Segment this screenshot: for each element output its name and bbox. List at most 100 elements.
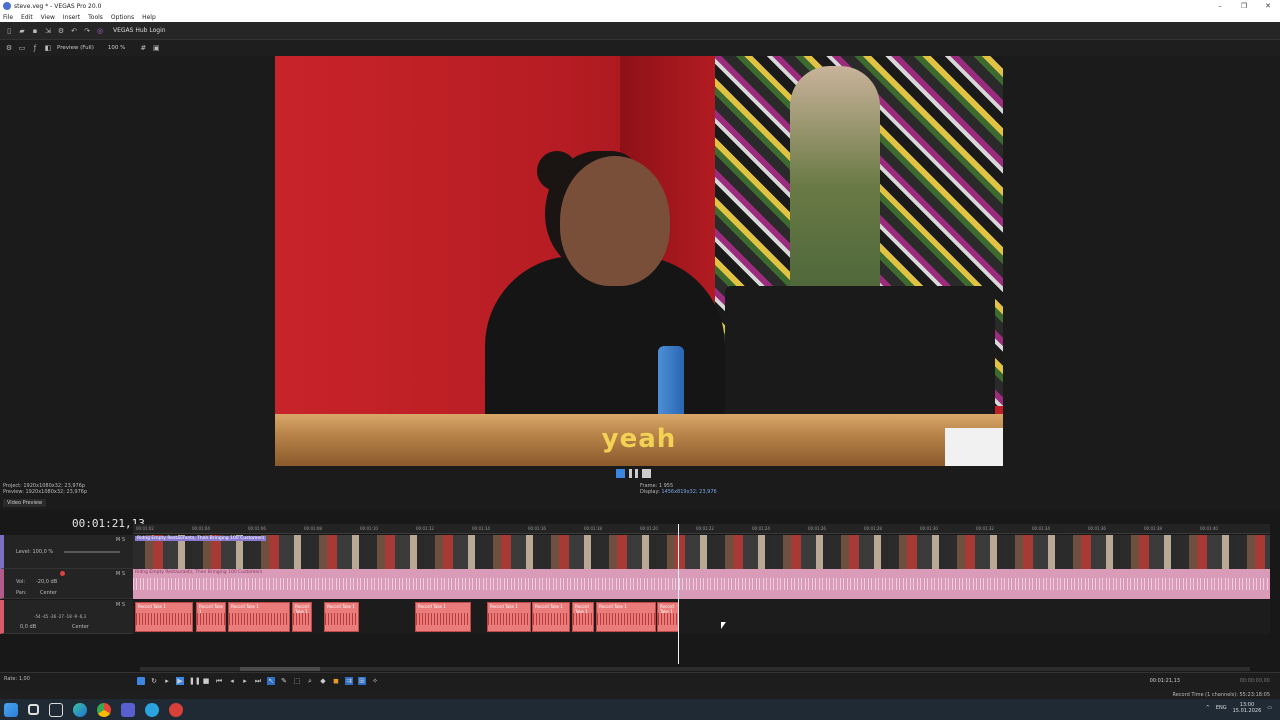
settings-gear-icon[interactable]: ⚙	[57, 27, 65, 35]
audio-clip[interactable]: Record Take 1	[228, 602, 290, 632]
next-frame-icon[interactable]: ▸	[241, 677, 249, 685]
play-from-start-icon[interactable]: ▸	[163, 677, 171, 685]
save-icon[interactable]: ▪	[31, 27, 39, 35]
pause-button[interactable]: ❚❚	[189, 677, 201, 685]
snapshot-icon[interactable]: ▣	[152, 44, 160, 52]
external-monitor-icon[interactable]: ▭	[18, 44, 26, 52]
fx-icon[interactable]: ƒ	[31, 44, 39, 52]
preview-play-button[interactable]	[616, 469, 625, 478]
language-indicator[interactable]: ENG	[1216, 705, 1227, 711]
grid-icon[interactable]: #	[139, 44, 147, 52]
lock-envelopes-icon[interactable]: ✧	[371, 677, 379, 685]
main-toolbar: ▯ ▰ ▪ ⇲ ⚙ ↶ ↷ ◎ VEGAS Hub Login	[0, 22, 1280, 40]
audio-clip[interactable]: Record Take 1	[135, 602, 193, 632]
chevron-up-icon[interactable]: ^	[1206, 705, 1210, 711]
mouse-pointer-icon	[721, 622, 726, 629]
record-button[interactable]	[137, 677, 145, 685]
person	[560, 156, 670, 286]
time-ruler[interactable]: 00:01:02 00:01:04 00:01:06 00:01:08 00:0…	[133, 524, 1270, 534]
audio-clip[interactable]: Record Take 1	[657, 602, 679, 632]
audio-clip[interactable]: Record Take 1	[572, 602, 594, 632]
window-title: steve.veg * - VEGAS Pro 20.0	[14, 2, 102, 10]
render-icon[interactable]: ⇲	[44, 27, 52, 35]
cursor-position-time: 00:01:21,13	[1149, 678, 1180, 684]
screen-recorder-icon[interactable]	[169, 702, 183, 717]
search-icon[interactable]	[28, 704, 39, 715]
preview-quality-dropdown[interactable]: Preview (Full)	[57, 45, 94, 51]
video-subtitle: yeah	[601, 424, 677, 454]
marker-icon[interactable]: ◆	[319, 677, 327, 685]
envelope-tool-icon[interactable]: ✎	[280, 677, 288, 685]
audio-clip[interactable]: Record Take 1	[292, 602, 312, 632]
menu-edit[interactable]: Edit	[21, 14, 33, 21]
loop-icon[interactable]: ↻	[150, 677, 158, 685]
open-icon[interactable]: ▰	[18, 27, 26, 35]
play-button[interactable]: ▶	[176, 677, 184, 685]
auto-ripple-icon[interactable]: ⇉	[345, 677, 353, 685]
audio-clip[interactable]: Record Take 1	[596, 602, 656, 632]
preview-zoom-dropdown[interactable]: 100 %	[108, 45, 125, 51]
frame-info: Frame: 1 955 Display: 1456x819x32; 23,97…	[640, 483, 717, 495]
arm-record-button[interactable]	[60, 571, 65, 576]
zoom-tool-icon[interactable]: ⌕	[306, 677, 314, 685]
menu-view[interactable]: View	[41, 14, 55, 21]
normal-edit-tool-icon[interactable]: ↖	[267, 677, 275, 685]
video-track-lane[interactable]	[133, 535, 1270, 569]
notification-icon[interactable]: ▭	[1267, 705, 1272, 711]
video-preview-panel: yeah Project: 1920x1080x32; 23,976p Prev…	[0, 56, 1280, 510]
region-icon[interactable]: ◼	[332, 677, 340, 685]
level-slider[interactable]	[64, 551, 120, 553]
preview-stop-button[interactable]	[642, 469, 651, 478]
close-button[interactable]: ✕	[1256, 0, 1280, 12]
audio-clip[interactable]: Record Take 1	[415, 602, 471, 632]
redo-icon[interactable]: ↷	[83, 27, 91, 35]
tab-video-preview[interactable]: Video Preview	[3, 499, 47, 507]
audio-clip[interactable]: Record Take 1	[532, 602, 570, 632]
video-frame: yeah	[275, 56, 1003, 466]
vegas-app-icon	[3, 2, 11, 10]
snapping-icon[interactable]: ⊞	[358, 677, 366, 685]
clock[interactable]: 13:00 15.01.2026	[1233, 702, 1262, 714]
audio-clip[interactable]: Record Take 1	[324, 602, 359, 632]
menu-file[interactable]: File	[3, 14, 13, 21]
menu-insert[interactable]: Insert	[63, 14, 80, 21]
audio-track-1-header[interactable]: M S Vol: -20,0 dB Pan: Center	[0, 569, 133, 599]
undo-icon[interactable]: ↶	[70, 27, 78, 35]
menu-options[interactable]: Options	[111, 14, 134, 21]
hub-login-button[interactable]: VEGAS Hub Login	[113, 27, 166, 34]
minimize-button[interactable]: –	[1208, 0, 1232, 12]
preview-pause-button[interactable]	[629, 469, 638, 478]
preview-settings-gear-icon[interactable]: ⚙	[5, 44, 13, 52]
audio-track-2-header[interactable]: M S -54 -45 -36 -27 -18 -9 -6,3 0,0 dB C…	[0, 600, 133, 634]
go-to-start-icon[interactable]: ⏮	[215, 677, 223, 685]
stop-button[interactable]: ■	[202, 677, 210, 685]
telegram-icon[interactable]	[145, 702, 159, 717]
menu-tools[interactable]: Tools	[88, 14, 103, 21]
video-track-header[interactable]: M S Level: 100,0 %	[0, 535, 133, 569]
task-view-icon[interactable]	[49, 702, 63, 717]
scrollbar-thumb[interactable]	[240, 667, 320, 671]
edge-browser-icon[interactable]	[73, 702, 87, 717]
menu-help[interactable]: Help	[142, 14, 156, 21]
start-menu-icon[interactable]	[4, 702, 18, 717]
audio-clip[interactable]: Record Take 1	[487, 602, 531, 632]
audio-clip[interactable]: Record Take 1	[196, 602, 226, 632]
go-to-end-icon[interactable]: ⏭	[254, 677, 262, 685]
previous-frame-icon[interactable]: ◂	[228, 677, 236, 685]
playback-rate: Rate: 1,00	[4, 676, 30, 682]
playhead-cursor[interactable]	[678, 524, 679, 664]
video-clip-label: Ridng Empty Restaurants, Then Bringing 1…	[135, 536, 267, 541]
hub-icon[interactable]: ◎	[96, 27, 104, 35]
vegas-taskbar-icon[interactable]	[121, 702, 135, 717]
preview-toolbar: ⚙ ▭ ƒ ◧ Preview (Full) 100 % # ▣	[0, 40, 1280, 56]
project-info: Project: 1920x1080x32; 23,976p Preview: …	[3, 483, 88, 495]
menu-bar: File Edit View Insert Tools Options Help	[0, 12, 1280, 22]
maximize-button[interactable]: ❐	[1232, 0, 1256, 12]
split-screen-icon[interactable]: ◧	[44, 44, 52, 52]
new-project-icon[interactable]: ▯	[5, 27, 13, 35]
chrome-browser-icon[interactable]	[97, 702, 111, 717]
selection-tool-icon[interactable]: ⬚	[293, 677, 301, 685]
window-controls: – ❐ ✕	[1208, 0, 1280, 12]
timeline-scrollbar[interactable]	[140, 667, 1250, 671]
record-time-info: Record Time (1 channels): 55:23:18:05	[1172, 692, 1270, 698]
